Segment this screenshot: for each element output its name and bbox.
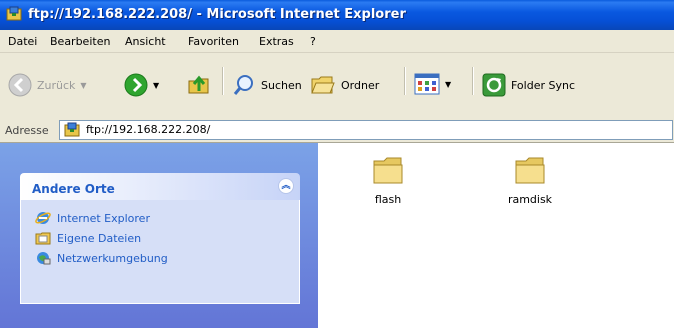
folders-label: Ordner (341, 78, 380, 92)
folder-name: ramdisk (507, 193, 553, 206)
folder-sync-icon (482, 73, 506, 97)
forward-dropdown-icon[interactable]: ▼ (153, 81, 159, 90)
folder-item-ramdisk[interactable]: ramdisk (495, 153, 565, 206)
link-internet-explorer-label: Internet Explorer (57, 211, 150, 225)
back-button[interactable]: Zurück ▼ (8, 73, 87, 97)
link-my-documents[interactable]: Eigene Dateien (35, 230, 141, 246)
title-bar: ftp://192.168.222.208/ - Microsoft Inter… (0, 0, 674, 30)
search-label: Suchen (261, 78, 302, 92)
ftp-folder-icon (6, 6, 22, 21)
folder-icon (373, 157, 403, 184)
menu-bar: Datei Bearbeiten Ansicht Favoriten Extra… (0, 30, 674, 53)
other-places-panel: Andere Orte ︽ Internet Explorer Eigene D… (20, 173, 300, 304)
folder-item-flash[interactable]: flash (353, 153, 423, 206)
menu-ansicht[interactable]: Ansicht (125, 35, 166, 48)
forward-button[interactable]: ▼ (124, 73, 159, 97)
back-dropdown-icon[interactable]: ▼ (80, 81, 86, 90)
link-network-places-label: Netzwerkumgebung (57, 251, 168, 265)
views-dropdown-icon[interactable]: ▼ (445, 80, 451, 89)
folder-icon (515, 157, 545, 184)
collapse-chevron-icon[interactable]: ︽ (278, 178, 294, 194)
other-places-header[interactable]: Andere Orte ︽ (20, 173, 300, 200)
link-network-places[interactable]: Netzwerkumgebung (35, 250, 168, 266)
up-folder-button[interactable] (186, 71, 212, 97)
views-button[interactable]: ▼ (414, 73, 451, 95)
network-places-icon (37, 252, 51, 265)
search-icon (233, 75, 253, 95)
window-title: ftp://192.168.222.208/ - Microsoft Inter… (28, 7, 406, 22)
other-places-body: Internet Explorer Eigene Dateien Netzwer… (20, 200, 300, 304)
folders-icon (311, 76, 335, 94)
menu-favoriten[interactable]: Favoriten (188, 35, 239, 48)
ftp-folder-icon (64, 122, 80, 137)
task-pane: Andere Orte ︽ Internet Explorer Eigene D… (0, 143, 318, 328)
menu-bearbeiten[interactable]: Bearbeiten (50, 35, 110, 48)
address-bar: Adresse ftp://192.168.222.208/ (0, 118, 674, 143)
link-internet-explorer[interactable]: Internet Explorer (35, 210, 150, 226)
search-button[interactable]: Suchen (232, 73, 302, 97)
file-view: flash ramdisk (318, 143, 674, 328)
toolbar: Zurück ▼ ▼ Suchen Ordner ▼ Folder Sync (0, 53, 674, 119)
other-places-title: Andere Orte (32, 182, 115, 196)
up-folder-icon (188, 75, 209, 94)
menu-help[interactable]: ? (310, 35, 316, 48)
folders-button[interactable]: Ordner (310, 73, 379, 97)
folder-name: flash (374, 193, 402, 206)
menu-datei[interactable]: Datei (8, 35, 37, 48)
address-input[interactable]: ftp://192.168.222.208/ (59, 120, 673, 140)
address-value: ftp://192.168.222.208/ (86, 123, 211, 136)
link-my-documents-label: Eigene Dateien (57, 231, 142, 245)
back-label: Zurück (37, 78, 76, 92)
forward-arrow-icon (124, 73, 148, 97)
folder-sync-label: Folder Sync (511, 78, 576, 92)
address-label: Adresse (5, 124, 49, 137)
views-icon (414, 73, 440, 95)
folder-sync-button[interactable]: Folder Sync (482, 73, 575, 97)
internet-explorer-icon (35, 212, 51, 224)
my-documents-icon (35, 232, 51, 245)
back-arrow-icon (8, 73, 32, 97)
menu-extras[interactable]: Extras (259, 35, 294, 48)
